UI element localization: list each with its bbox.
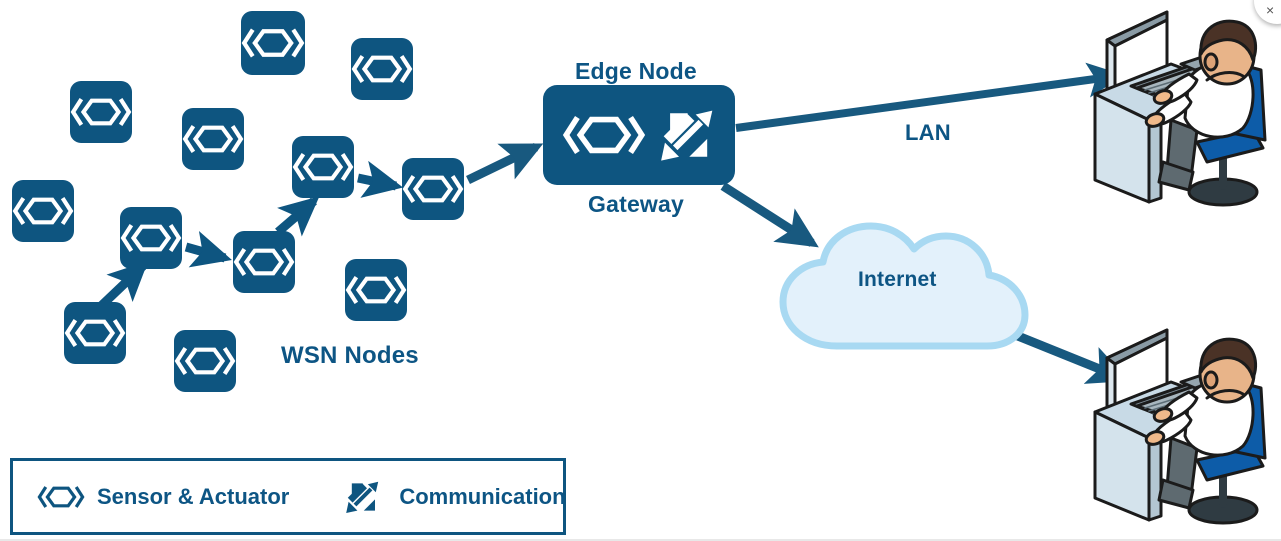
- sensor-actuator-icon: [174, 330, 236, 392]
- wsn-node[interactable]: [64, 302, 126, 364]
- communication-icon: [656, 103, 720, 167]
- wsn-node[interactable]: [174, 330, 236, 392]
- wsn-node[interactable]: [12, 180, 74, 242]
- legend-label-communication: Communication: [399, 483, 566, 509]
- arrow-node8-to-node9: [184, 231, 232, 268]
- communication-icon: [339, 477, 387, 517]
- arrow-node5-to-node7: [357, 160, 404, 198]
- wsn-node[interactable]: [182, 108, 244, 170]
- legend-item-communication: Communication: [339, 477, 566, 517]
- wsn-node[interactable]: [345, 259, 407, 321]
- wsn-node[interactable]: [233, 231, 295, 293]
- wsn-node[interactable]: [351, 38, 413, 100]
- wsn-nodes-label: WSN Nodes: [281, 342, 419, 369]
- edge-node-label: Edge Node: [575, 58, 697, 84]
- sensor-actuator-icon: [241, 11, 305, 75]
- workstation-top: [1085, 2, 1281, 220]
- wsn-node[interactable]: [241, 11, 305, 75]
- sensor-actuator-icon: [64, 302, 126, 364]
- workstation-bottom: [1085, 318, 1281, 540]
- legend-label-sensor-actuator: Sensor & Actuator: [97, 483, 290, 509]
- wsn-node[interactable]: [120, 207, 182, 269]
- sensor-actuator-icon: [120, 207, 182, 269]
- person-at-computer-illustration: [1093, 10, 1267, 207]
- wsn-node[interactable]: [402, 158, 464, 220]
- close-icon: ×: [1266, 2, 1275, 18]
- sensor-actuator-icon: [558, 100, 650, 170]
- gateway-label: Gateway: [588, 191, 685, 217]
- wsn-node[interactable]: [292, 136, 354, 198]
- wsn-node[interactable]: [70, 81, 132, 143]
- sensor-actuator-icon: [70, 81, 132, 143]
- person-at-computer-illustration: [1093, 328, 1267, 525]
- lan-label: LAN: [905, 120, 951, 145]
- legend-item-sensor-actuator: Sensor & Actuator: [37, 477, 289, 517]
- sensor-actuator-icon: [402, 158, 464, 220]
- sensor-actuator-icon: [233, 231, 295, 293]
- legend-box: Sensor & Actuator Communication: [10, 458, 566, 535]
- sensor-actuator-icon: [12, 180, 74, 242]
- internet-label: Internet: [858, 268, 937, 291]
- diagram-canvas: Internet WSN Nodes Edge Node Gateway LAN…: [0, 0, 1281, 541]
- edge-node-gateway-box[interactable]: [543, 85, 735, 185]
- arrow-node11-to-node8: [97, 261, 149, 310]
- arrow-node9-to-node5: [275, 196, 320, 237]
- arrow-node7-to-edge-node: [466, 142, 544, 185]
- sensor-actuator-icon: [37, 477, 85, 517]
- sensor-actuator-icon: [182, 108, 244, 170]
- sensor-actuator-icon: [351, 38, 413, 100]
- sensor-actuator-icon: [345, 259, 407, 321]
- sensor-actuator-icon: [292, 136, 354, 198]
